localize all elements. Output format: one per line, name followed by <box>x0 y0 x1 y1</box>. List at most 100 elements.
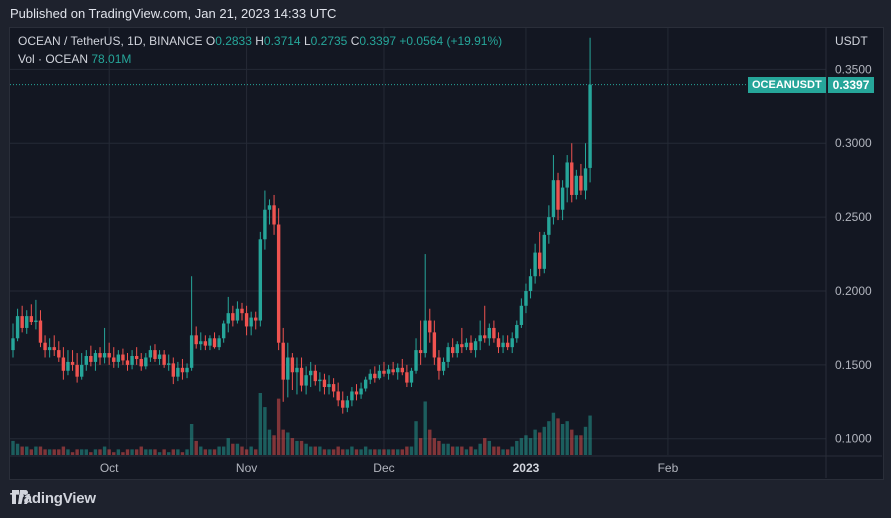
candle-body <box>153 350 157 359</box>
candle-body <box>542 234 546 269</box>
open-value: 0.2833 <box>215 34 252 48</box>
tradingview-icon <box>12 490 30 504</box>
candle-body <box>336 391 340 401</box>
symbol-legend[interactable]: OCEAN / TetherUS, 1D, BINANCE O0.2833 H0… <box>18 34 502 48</box>
candle-body <box>121 354 125 361</box>
volume-bar <box>331 449 336 455</box>
volume-value: 78.01M <box>91 52 132 66</box>
volume-bar <box>574 435 579 455</box>
candle-body <box>345 400 350 408</box>
candle-body <box>29 316 34 323</box>
volume-bar <box>386 449 391 455</box>
volume-bar <box>428 429 432 455</box>
x-axis: Oct Nov Dec 2023 Feb <box>100 461 679 475</box>
volume-bar <box>212 449 217 455</box>
tradingview-logo[interactable]: TradingView <box>10 490 96 507</box>
price-tag-symbol: OCEANUSDT <box>748 76 826 93</box>
volume-bar <box>409 446 414 455</box>
volume-bar <box>414 421 418 455</box>
candle-body <box>295 367 299 373</box>
volume-bar <box>267 429 272 455</box>
volume-bar <box>515 440 519 455</box>
candle-body <box>483 335 487 339</box>
candle-body <box>208 338 212 346</box>
last-price-tag: OCEANUSDT 0.3397 <box>748 76 875 93</box>
volume-bar <box>194 440 198 455</box>
volume-bar <box>29 449 34 455</box>
candle-body <box>547 217 551 235</box>
candle-body <box>464 342 469 348</box>
open-label: O <box>205 34 216 48</box>
volume-bar <box>290 438 295 455</box>
volume-bar <box>341 449 345 455</box>
candle-body <box>487 327 492 339</box>
candle-body <box>583 168 588 191</box>
candle-body <box>217 338 221 348</box>
candle-body <box>556 180 560 210</box>
x-tick-label: Oct <box>100 461 119 475</box>
candle-body <box>258 239 263 321</box>
candle-body <box>359 388 363 395</box>
volume-bar <box>345 449 350 455</box>
candle-body <box>350 391 354 401</box>
candle-body <box>167 363 171 365</box>
candle-body <box>80 364 84 377</box>
volume-bar <box>176 449 180 455</box>
candle-body <box>43 342 47 351</box>
volume-bar <box>542 426 546 455</box>
candle-body <box>139 358 143 367</box>
candle-body <box>318 379 322 382</box>
candle-body <box>11 338 15 351</box>
candle-body <box>505 342 510 348</box>
volume-bar <box>47 449 52 455</box>
candle-body <box>533 252 537 277</box>
candle-body <box>240 308 244 314</box>
volume-bar <box>560 424 565 455</box>
candle-body <box>34 320 38 323</box>
volume-bar <box>80 449 84 455</box>
volume-bar <box>121 452 125 455</box>
volume-bar <box>336 446 340 455</box>
candle-body <box>130 356 134 365</box>
volume-bar <box>423 401 427 455</box>
volume-bar <box>483 438 487 455</box>
volume-bar <box>231 443 235 455</box>
volume-legend[interactable]: Vol · OCEAN 78.01M <box>18 52 131 66</box>
volume-bar <box>139 446 143 455</box>
volume-bars <box>11 393 592 455</box>
volume-bar <box>510 446 514 455</box>
volume-bar <box>254 449 258 455</box>
volume-bar <box>134 449 139 455</box>
candle-body <box>52 347 56 351</box>
volume-bar <box>157 452 162 455</box>
candle-body <box>185 367 189 373</box>
volume-bar <box>496 446 501 455</box>
candle-body <box>171 363 175 377</box>
volume-bar <box>221 446 226 455</box>
candle-body <box>286 357 290 380</box>
candle-body <box>496 338 501 348</box>
candle-body <box>263 209 267 240</box>
volume-bar <box>116 449 121 455</box>
candle-body <box>396 367 400 373</box>
candle-body <box>20 316 24 328</box>
candle-body <box>162 354 166 365</box>
candle-body <box>322 379 327 388</box>
volume-bar <box>25 446 29 455</box>
volume-bar <box>217 446 221 455</box>
volume-bar <box>565 421 569 455</box>
volume-bar <box>93 449 98 455</box>
candle-body <box>102 353 107 358</box>
volume-bar <box>556 418 560 455</box>
candle-body <box>199 341 203 345</box>
volume-bar <box>588 415 592 455</box>
candle-body <box>47 347 52 351</box>
volume-bar <box>295 440 299 455</box>
candle-body <box>460 344 464 348</box>
currency-label[interactable]: USDT <box>835 34 868 48</box>
candle-body <box>107 353 111 358</box>
candle-body <box>409 370 414 383</box>
change-value: +0.0564 (+19.91%) <box>399 34 503 48</box>
x-tick-label: Feb <box>658 461 679 475</box>
volume-bar <box>180 452 185 455</box>
